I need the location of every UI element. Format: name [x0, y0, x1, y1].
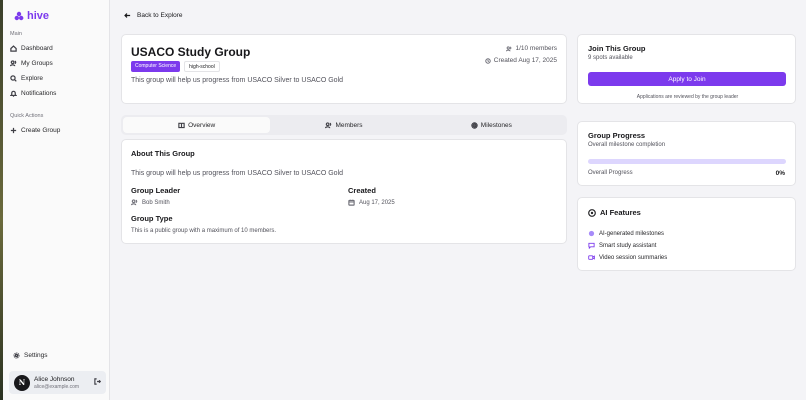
gear-icon — [13, 351, 20, 359]
logo[interactable]: hive — [14, 10, 49, 22]
apply-to-join-button[interactable]: Apply to Join — [588, 72, 786, 86]
group-leader-value: Bob Smith — [131, 199, 170, 206]
group-progress-card: Group Progress Overall milestone complet… — [577, 121, 796, 186]
category-badge: Computer Science — [131, 61, 181, 72]
group-leader-label: Group Leader — [131, 186, 181, 195]
page-title: USACO Study Group — [131, 45, 251, 59]
users-icon — [131, 199, 138, 206]
home-icon — [10, 44, 17, 52]
ai-feature-label: Smart study assistant — [599, 242, 657, 249]
sidebar-item-label: Dashboard — [21, 44, 53, 52]
tab-label: Members — [335, 121, 363, 129]
video-icon — [588, 255, 595, 260]
bell-icon — [10, 90, 17, 97]
group-type-label: Group Type — [131, 214, 173, 223]
sidebar: hive Main Dashboard My Groups Explore No… — [3, 0, 110, 400]
progress-subtitle: Overall milestone completion — [588, 142, 666, 148]
group-description: This group will help us progress from US… — [131, 77, 344, 84]
members-text: 1/10 members — [515, 45, 557, 52]
create-group-button[interactable]: Create Group — [10, 125, 60, 135]
ai-features-card: AI Features AI-generated milestones Smar… — [577, 197, 796, 271]
user-email: alice@example.com — [34, 383, 80, 390]
users-icon — [325, 121, 332, 128]
main-section-label: Main — [10, 31, 22, 37]
sidebar-item-explore[interactable]: Explore — [10, 73, 43, 83]
logout-icon — [94, 378, 102, 385]
join-title: Join This Group — [588, 44, 646, 53]
created-label: Created — [348, 186, 376, 195]
hive-logo-icon — [14, 11, 24, 21]
app-name: hive — [27, 10, 50, 22]
search-icon — [10, 74, 17, 82]
about-card: About This Group This group will help us… — [121, 139, 567, 244]
ai-feature-video: Video session summaries — [588, 254, 667, 261]
sparkle-dot-icon — [588, 230, 595, 237]
settings-button[interactable]: Settings — [13, 350, 48, 360]
target-icon — [471, 121, 478, 129]
settings-label: Settings — [24, 351, 48, 359]
back-label: Back to Explore — [137, 12, 183, 19]
ai-feature-assistant: Smart study assistant — [588, 242, 656, 249]
ai-feature-label: Video session summaries — [599, 254, 668, 261]
ai-icon — [588, 208, 596, 217]
group-type-value: This is a public group with a maximum of… — [131, 228, 277, 234]
tab-bar: Overview Members Milestones — [121, 115, 567, 135]
progress-value: 0% — [775, 170, 785, 177]
tab-members[interactable]: Members — [270, 117, 417, 133]
about-title: About This Group — [131, 149, 195, 158]
progress-bar — [588, 159, 786, 164]
user-name: Alice Johnson — [34, 375, 75, 383]
ai-feature-label: AI-generated milestones — [599, 230, 665, 237]
progress-label: Overall Progress — [588, 170, 633, 176]
created-value: Aug 17, 2025 — [348, 199, 395, 206]
sidebar-item-my-groups[interactable]: My Groups — [10, 58, 53, 68]
level-badge: high-school — [184, 61, 220, 72]
user-card[interactable]: N Alice Johnson alice@example.com — [9, 371, 106, 394]
plus-icon — [10, 127, 17, 133]
clock-icon — [485, 57, 491, 64]
sidebar-item-dashboard[interactable]: Dashboard — [10, 43, 53, 53]
spots-available: 9 spots available — [588, 55, 633, 61]
about-description: This group will help us progress from US… — [131, 170, 344, 177]
sidebar-item-label: My Groups — [21, 59, 53, 67]
arrow-left-icon — [124, 13, 131, 18]
group-header-card: USACO Study Group Computer Science high-… — [121, 34, 567, 104]
sidebar-item-label: Notifications — [21, 89, 57, 97]
members-count: 1/10 members — [506, 45, 557, 52]
avatar: N — [14, 374, 30, 391]
logout-button[interactable] — [94, 378, 102, 387]
ai-features-title: AI Features — [588, 208, 641, 217]
tab-label: Overview — [188, 121, 216, 129]
tab-label: Milestones — [480, 121, 512, 129]
calendar-icon — [348, 199, 355, 206]
chat-icon — [588, 242, 595, 249]
tab-overview[interactable]: Overview — [123, 117, 271, 133]
book-icon — [178, 122, 185, 128]
created-text: Created Aug 17, 2025 — [493, 57, 557, 64]
progress-title: Group Progress — [588, 131, 646, 140]
users-icon — [10, 59, 17, 66]
users-icon — [506, 45, 512, 51]
sidebar-item-label: Explore — [21, 74, 44, 82]
ai-title-text: AI Features — [600, 208, 641, 217]
sidebar-item-notifications[interactable]: Notifications — [10, 88, 56, 98]
ai-feature-milestones: AI-generated milestones — [588, 230, 664, 237]
application-note: Applications are reviewed by the group l… — [636, 94, 739, 100]
join-card: Join This Group 9 spots available Apply … — [577, 34, 796, 104]
back-to-explore-link[interactable]: Back to Explore — [124, 12, 183, 19]
created-date-text: Aug 17, 2025 — [359, 199, 395, 206]
leader-name: Bob Smith — [142, 199, 170, 206]
created-date: Created Aug 17, 2025 — [485, 57, 557, 64]
create-group-label: Create Group — [21, 126, 61, 134]
tab-milestones[interactable]: Milestones — [418, 117, 565, 133]
quick-actions-label: Quick Actions — [10, 113, 44, 119]
